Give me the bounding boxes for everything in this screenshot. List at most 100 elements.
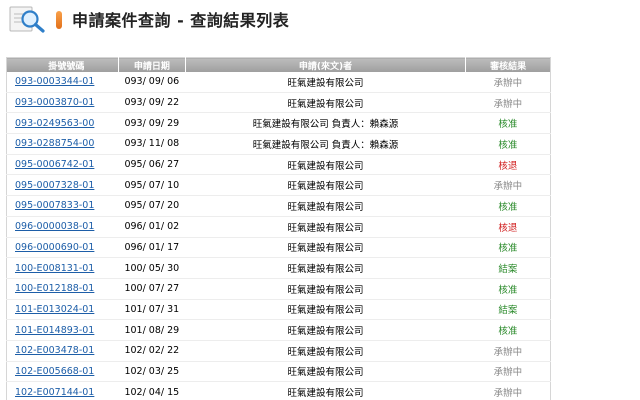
case-number-link[interactable]: 096-0000038-01: [15, 221, 94, 232]
column-header-applicant[interactable]: 申請(來文)者: [185, 57, 467, 72]
case-number-cell: 102-E005668-01: [6, 361, 119, 383]
case-number-link[interactable]: 095-0007833-01: [15, 200, 94, 211]
review-result-cell: 核退: [465, 216, 551, 238]
case-number-cell: 096-0000690-01: [6, 237, 119, 259]
table-row: 100-E012188-01 100/ 07/ 27 旺氣建設有限公司 核准: [6, 278, 551, 300]
case-number-cell: 095-0007833-01: [6, 195, 119, 217]
applicant-cell: 旺氣建設有限公司: [185, 72, 466, 93]
table-row: 102-E005668-01 102/ 03/ 25 旺氣建設有限公司 承辦中: [6, 361, 551, 383]
apply-date-cell: 102/ 03/ 25: [118, 361, 186, 383]
review-result-cell: 承辦中: [465, 361, 551, 383]
apply-date-cell: 093/ 11/ 08: [118, 133, 186, 155]
applicant-cell: 旺氣建設有限公司 負責人：賴森源: [185, 133, 466, 155]
apply-date-cell: 095/ 07/ 20: [118, 195, 186, 217]
case-number-cell: 100-E008131-01: [6, 257, 119, 279]
case-number-link[interactable]: 095-0007328-01: [15, 180, 94, 191]
applicant-cell: 旺氣建設有限公司: [185, 381, 466, 400]
title-marker-icon: [56, 10, 62, 29]
table-row: 096-0000690-01 096/ 01/ 17 旺氣建設有限公司 核准: [6, 237, 551, 259]
case-number-link[interactable]: 093-0288754-00: [15, 138, 94, 149]
review-result-cell: 核准: [465, 195, 551, 217]
case-number-link[interactable]: 101-E013024-01: [15, 304, 94, 315]
column-header-case-number[interactable]: 掛號號碼: [6, 57, 119, 72]
review-result-cell: 核准: [465, 112, 551, 135]
review-result-cell: 承辦中: [465, 92, 551, 114]
table-row: 093-0003344-01 093/ 09/ 06 旺氣建設有限公司 承辦中: [6, 72, 551, 93]
review-result-cell: 承辦中: [465, 72, 551, 93]
apply-date-cell: 102/ 02/ 22: [118, 340, 186, 362]
apply-date-cell: 096/ 01/ 17: [118, 237, 186, 259]
case-number-link[interactable]: 100-E008131-01: [15, 263, 94, 274]
table-row: 102-E007144-01 102/ 04/ 15 旺氣建設有限公司 承辦中: [6, 381, 551, 400]
review-result-cell: 核准: [465, 237, 551, 259]
applicant-cell: 旺氣建設有限公司: [185, 340, 466, 362]
case-number-link[interactable]: 096-0000690-01: [15, 242, 94, 253]
case-number-cell: 101-E014893-01: [6, 319, 119, 341]
table-row: 093-0003870-01 093/ 09/ 22 旺氣建設有限公司 承辦中: [6, 92, 551, 114]
review-result-cell: 核准: [465, 133, 551, 155]
column-header-review-result[interactable]: 審核結果: [465, 57, 551, 72]
apply-date-cell: 095/ 06/ 27: [118, 154, 186, 176]
table-row: 096-0000038-01 096/ 01/ 02 旺氣建設有限公司 核退: [6, 216, 551, 238]
case-number-cell: 093-0288754-00: [6, 133, 119, 155]
applicant-cell: 旺氣建設有限公司: [185, 361, 466, 383]
case-number-cell: 093-0003344-01: [6, 72, 119, 93]
table-row: 100-E008131-01 100/ 05/ 30 旺氣建設有限公司 結案: [6, 257, 551, 279]
case-number-link[interactable]: 093-0003870-01: [15, 97, 94, 108]
case-number-link[interactable]: 102-E005668-01: [15, 366, 94, 377]
review-result-cell: 核准: [465, 319, 551, 341]
applicant-cell: 旺氣建設有限公司 負責人：賴森源: [185, 112, 466, 135]
search-magnifier-icon: [8, 4, 48, 34]
review-result-cell: 承辦中: [465, 174, 551, 197]
case-number-cell: 101-E013024-01: [6, 299, 119, 321]
case-number-cell: 093-0003870-01: [6, 92, 119, 114]
case-number-cell: 100-E012188-01: [6, 278, 119, 300]
table-header: 掛號號碼 申請日期 申請(來文)者 審核結果: [6, 57, 551, 72]
apply-date-cell: 100/ 05/ 30: [118, 257, 186, 279]
page-title: 申請案件查詢 - 查詢結果列表: [72, 11, 290, 30]
case-number-cell: 095-0006742-01: [6, 154, 119, 176]
page: 申請案件查詢 - 查詢結果列表 掛號號碼 申請日期 申請(來文)者 審核結果 0…: [0, 0, 640, 400]
applicant-cell: 旺氣建設有限公司: [185, 195, 466, 217]
apply-date-cell: 095/ 07/ 10: [118, 174, 186, 197]
applicant-cell: 旺氣建設有限公司: [185, 154, 466, 176]
apply-date-cell: 101/ 08/ 29: [118, 319, 186, 341]
case-number-link[interactable]: 101-E014893-01: [15, 325, 94, 336]
apply-date-cell: 100/ 07/ 27: [118, 278, 186, 300]
case-number-link[interactable]: 093-0003344-01: [15, 76, 94, 87]
apply-date-cell: 101/ 07/ 31: [118, 299, 186, 321]
table-row: 102-E003478-01 102/ 02/ 22 旺氣建設有限公司 承辦中: [6, 340, 551, 362]
table-row: 093-0288754-00 093/ 11/ 08 旺氣建設有限公司 負責人：賴森…: [6, 133, 551, 155]
results-table: 掛號號碼 申請日期 申請(來文)者 審核結果 093-0003344-01 093…: [6, 57, 551, 400]
table-body: 093-0003344-01 093/ 09/ 06 旺氣建設有限公司 承辦中 093-…: [6, 72, 551, 400]
apply-date-cell: 102/ 04/ 15: [118, 381, 186, 400]
applicant-cell: 旺氣建設有限公司: [185, 299, 466, 321]
case-number-link[interactable]: 093-0249563-00: [15, 118, 94, 129]
applicant-cell: 旺氣建設有限公司: [185, 237, 466, 259]
table-row: 101-E014893-01 101/ 08/ 29 旺氣建設有限公司 核准: [6, 319, 551, 341]
apply-date-cell: 093/ 09/ 29: [118, 112, 186, 135]
review-result-cell: 核准: [465, 278, 551, 300]
table-row: 093-0249563-00 093/ 09/ 29 旺氣建設有限公司 負責人：賴森…: [6, 112, 551, 135]
apply-date-cell: 093/ 09/ 06: [118, 72, 186, 93]
case-number-link[interactable]: 100-E012188-01: [15, 283, 94, 294]
review-result-cell: 承辦中: [465, 340, 551, 362]
column-header-apply-date[interactable]: 申請日期: [118, 57, 186, 72]
apply-date-cell: 093/ 09/ 22: [118, 92, 186, 114]
case-number-cell: 102-E003478-01: [6, 340, 119, 362]
applicant-cell: 旺氣建設有限公司: [185, 174, 466, 197]
applicant-cell: 旺氣建設有限公司: [185, 319, 466, 341]
table-header-row: 掛號號碼 申請日期 申請(來文)者 審核結果: [6, 57, 551, 72]
case-number-cell: 095-0007328-01: [6, 174, 119, 197]
case-number-link[interactable]: 102-E003478-01: [15, 345, 94, 356]
review-result-cell: 結案: [465, 299, 551, 321]
review-result-cell: 核退: [465, 154, 551, 176]
case-number-link[interactable]: 095-0006742-01: [15, 159, 94, 170]
case-number-link[interactable]: 102-E007144-01: [15, 387, 94, 398]
applicant-cell: 旺氣建設有限公司: [185, 92, 466, 114]
review-result-cell: 結案: [465, 257, 551, 279]
review-result-cell: 承辦中: [465, 381, 551, 400]
case-number-cell: 102-E007144-01: [6, 381, 119, 400]
page-header: 申請案件查詢 - 查詢結果列表: [8, 4, 289, 34]
applicant-cell: 旺氣建設有限公司: [185, 216, 466, 238]
